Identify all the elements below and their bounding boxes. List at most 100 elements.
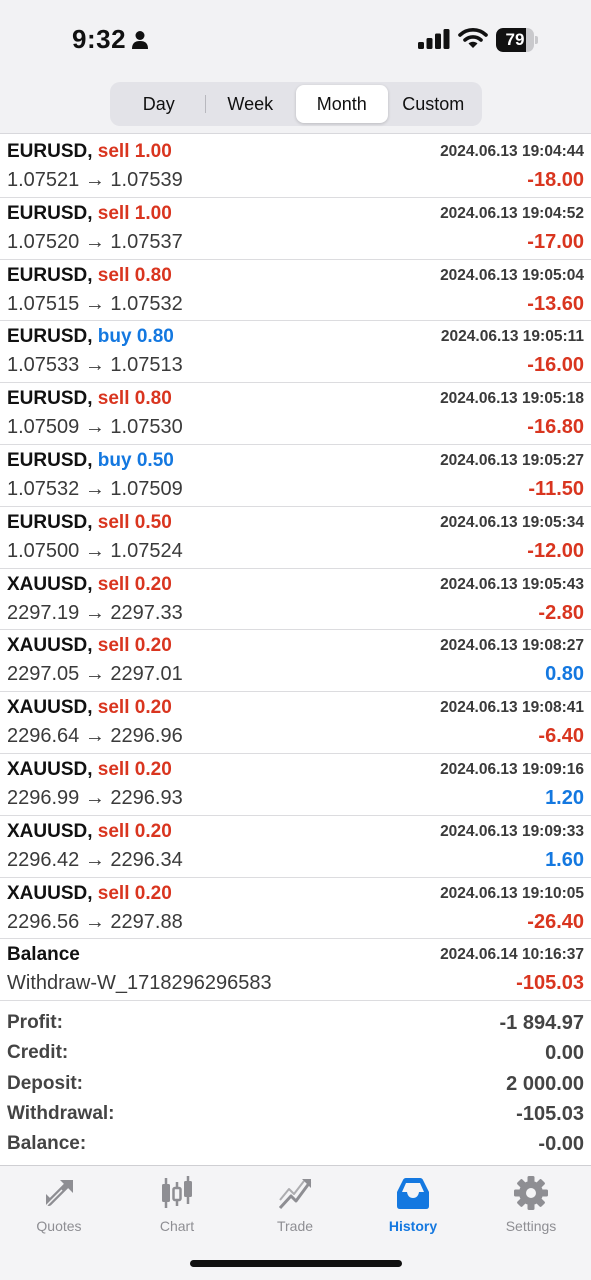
deal-profit: -13.60 (527, 292, 584, 315)
deal-symbol: XAUUSD, (7, 758, 93, 780)
deal-row[interactable]: XAUUSD, sell 0.20 2024.06.13 19:08:27 2297… (0, 630, 591, 693)
balance-operation-row[interactable]: Balance 2024.06.14 10:16:37 Withdraw-W_171… (0, 939, 591, 1002)
tab-settings[interactable]: Settings (472, 1174, 590, 1234)
deal-prices: 2296.42 → 2296.34 (7, 849, 183, 872)
summary-row: Withdrawal: -105.03 (0, 1101, 591, 1131)
deal-row[interactable]: EURUSD, buy 0.50 2024.06.13 19:05:27 1.075… (0, 445, 591, 507)
deal-time: 2024.06.13 19:10:05 (440, 884, 584, 902)
deal-row[interactable]: XAUUSD, sell 0.20 2024.06.13 19:10:05 2296… (0, 878, 591, 940)
tab-trade[interactable]: Trade (236, 1174, 354, 1234)
summary-value: 2 000.00 (506, 1072, 584, 1095)
home-indicator[interactable] (190, 1260, 402, 1267)
summary-row: Deposit: 2 000.00 (0, 1071, 591, 1101)
deal-row[interactable]: EURUSD, sell 0.50 2024.06.13 19:05:34 1.07… (0, 507, 591, 569)
deal-volume: 0.50 (134, 511, 172, 533)
deal-side: buy (97, 449, 132, 471)
deal-time: 2024.06.13 19:09:33 (440, 822, 584, 840)
person-icon (132, 31, 148, 49)
deal-symbol-side: XAUUSD, sell 0.20 (7, 883, 172, 905)
arrow-right-icon: → (84, 663, 105, 686)
arrow-right-icon: → (84, 848, 105, 871)
tab-custom[interactable]: Custom (388, 85, 480, 123)
trade-icon (278, 1179, 312, 1210)
deal-symbol: XAUUSD, (7, 820, 93, 842)
deal-open-price: 2297.05 (7, 663, 80, 686)
summary-value: -105.03 (516, 1102, 584, 1125)
deal-side: sell (97, 882, 130, 904)
deal-time: 2024.06.13 19:05:34 (440, 513, 584, 531)
summary-label: Balance: (7, 1133, 87, 1155)
deal-profit: -26.40 (527, 910, 584, 933)
tab-quotes[interactable]: Quotes (0, 1174, 118, 1234)
deal-open-price: 2296.42 (7, 848, 80, 871)
deal-volume: 0.20 (134, 697, 172, 719)
wifi-icon (458, 28, 488, 48)
tab-chart-label: Chart (159, 1218, 195, 1234)
deal-symbol-side: EURUSD, buy 0.80 (7, 326, 174, 348)
tab-month[interactable]: Month (296, 85, 388, 123)
deal-side: sell (97, 141, 130, 162)
deal-row[interactable]: EURUSD, buy 0.80 2024.06.13 19:05:11 1.075… (0, 321, 591, 384)
deal-row[interactable]: XAUUSD, sell 0.20 2024.06.13 19:09:16 2296… (0, 754, 591, 816)
summary-row: Balance: -0.00 (0, 1131, 591, 1161)
arrow-right-icon: → (84, 786, 105, 809)
deal-row[interactable]: EURUSD, sell 0.80 2024.06.13 19:05:04 1.07… (0, 260, 591, 322)
summary-value: -0.00 (538, 1133, 584, 1156)
deal-side: sell (97, 820, 130, 842)
deal-open-price: 2296.99 (7, 786, 80, 809)
deal-prices: 1.07520 → 1.07537 (7, 231, 183, 254)
deal-open-price: 1.07515 (7, 292, 80, 315)
arrow-right-icon: → (84, 910, 105, 933)
battery-level: 79 (505, 30, 525, 49)
deal-close-price: 1.07509 (110, 477, 183, 500)
deal-row[interactable]: EURUSD, sell 0.80 2024.06.13 19:05:18 1.07… (0, 383, 591, 445)
deal-prices: 1.07500 → 1.07524 (7, 540, 183, 563)
deal-symbol: EURUSD, (7, 388, 93, 410)
chart-icon (162, 1176, 192, 1208)
deal-profit: 1.60 (545, 848, 584, 871)
deal-symbol: XAUUSD, (7, 882, 93, 904)
deal-volume: 0.80 (136, 326, 174, 348)
summary-label: Profit: (7, 1012, 63, 1033)
arrow-right-icon: → (84, 601, 105, 624)
tab-quotes-label: Quotes (36, 1218, 82, 1234)
tab-history[interactable]: History (354, 1174, 472, 1234)
deal-symbol: XAUUSD, (7, 697, 93, 719)
deal-row[interactable]: EURUSD, sell 1.00 2024.06.13 19:04:44 1.07… (0, 136, 591, 198)
deal-volume: 0.80 (134, 388, 172, 410)
deal-symbol-side: EURUSD, buy 0.50 (7, 450, 174, 472)
deal-close-price: 1.07530 (110, 416, 183, 439)
tab-history-label: History (388, 1218, 438, 1234)
tab-settings-label: Settings (505, 1218, 557, 1234)
deal-side: sell (97, 697, 130, 719)
quotes-icon (45, 1180, 73, 1207)
deal-prices: 1.07533 → 1.07513 (7, 354, 183, 377)
arrow-right-icon: → (84, 230, 105, 253)
deal-open-price: 1.07521 (7, 169, 80, 191)
deal-symbol-side: XAUUSD, sell 0.20 (7, 574, 172, 596)
summary-panel: Profit: -1 894.97 Credit: 0.00 Deposit: 2 000… (0, 1010, 591, 1161)
deal-time: 2024.06.13 19:05:18 (440, 390, 584, 408)
deal-row[interactable]: XAUUSD, sell 0.20 2024.06.13 19:08:41 2296… (0, 692, 591, 754)
history-icon (397, 1178, 429, 1209)
deal-symbol: EURUSD, (7, 511, 93, 533)
deal-row[interactable]: XAUUSD, sell 0.20 2024.06.13 19:09:33 2296… (0, 816, 591, 878)
deal-side: buy (97, 326, 132, 348)
deal-side: sell (97, 758, 130, 780)
deal-side: sell (97, 635, 130, 657)
deal-symbol: XAUUSD, (7, 635, 93, 657)
deal-row[interactable]: EURUSD, sell 1.00 2024.06.13 19:04:52 1.07… (0, 198, 591, 260)
deal-prices: 1.07521 → 1.07539 (7, 169, 183, 192)
period-segmented-control: Day Week Month Custom (110, 82, 482, 126)
deal-side: sell (97, 264, 130, 286)
deal-profit: -16.80 (527, 416, 584, 439)
tab-day[interactable]: Day (113, 85, 205, 123)
tab-chart[interactable]: Chart (118, 1174, 236, 1234)
deal-profit: 0.80 (545, 663, 584, 686)
deal-row[interactable]: XAUUSD, sell 0.20 2024.06.13 19:05:43 2297… (0, 569, 591, 631)
deal-profit: -11.50 (528, 477, 584, 500)
arrow-right-icon: → (84, 539, 105, 562)
tab-week[interactable]: Week (204, 85, 297, 123)
balance-label: Balance (7, 944, 80, 966)
deal-symbol: EURUSD, (7, 326, 93, 348)
